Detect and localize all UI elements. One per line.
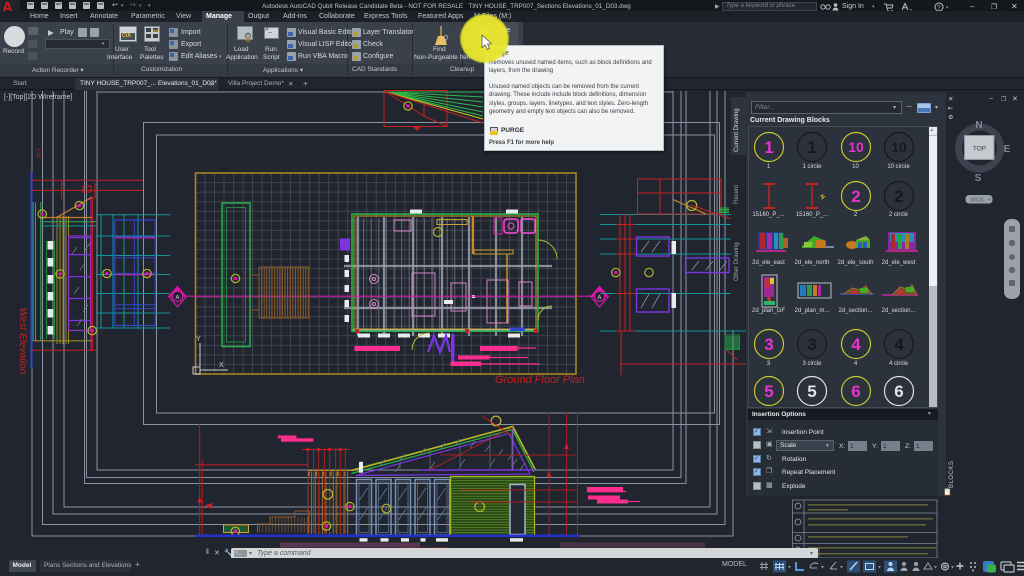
- svg-text:A: A: [598, 295, 602, 301]
- svg-text:A: A: [176, 295, 180, 301]
- svg-text:S: S: [975, 173, 982, 184]
- svg-text:TOP: TOP: [973, 146, 986, 153]
- svg-text:1: 1: [807, 138, 816, 157]
- svg-text:4: 4: [851, 335, 861, 354]
- svg-text:E: E: [1004, 144, 1011, 155]
- svg-text:X: X: [219, 362, 224, 369]
- svg-text:10: 10: [891, 139, 907, 155]
- svg-text:N: N: [975, 120, 982, 131]
- svg-text:2: 2: [851, 187, 860, 206]
- svg-text:Ground Floor Plan: Ground Floor Plan: [495, 374, 585, 386]
- svg-text:3: 3: [807, 335, 816, 354]
- svg-text:6: 6: [851, 382, 860, 401]
- svg-text:3: 3: [764, 335, 773, 354]
- svg-text:4: 4: [894, 335, 904, 354]
- svg-text:2: 2: [894, 187, 903, 206]
- svg-text:5: 5: [764, 382, 773, 401]
- svg-text:West Elevation: West Elevation: [17, 308, 28, 375]
- svg-text:1: 1: [764, 138, 773, 157]
- svg-text:5: 5: [807, 382, 816, 401]
- svg-text:Y: Y: [196, 336, 201, 343]
- svg-text:6: 6: [894, 382, 903, 401]
- svg-text:10: 10: [848, 139, 864, 155]
- svg-text:2.40: 2.40: [35, 148, 41, 158]
- svg-text:WCS: WCS: [971, 198, 984, 204]
